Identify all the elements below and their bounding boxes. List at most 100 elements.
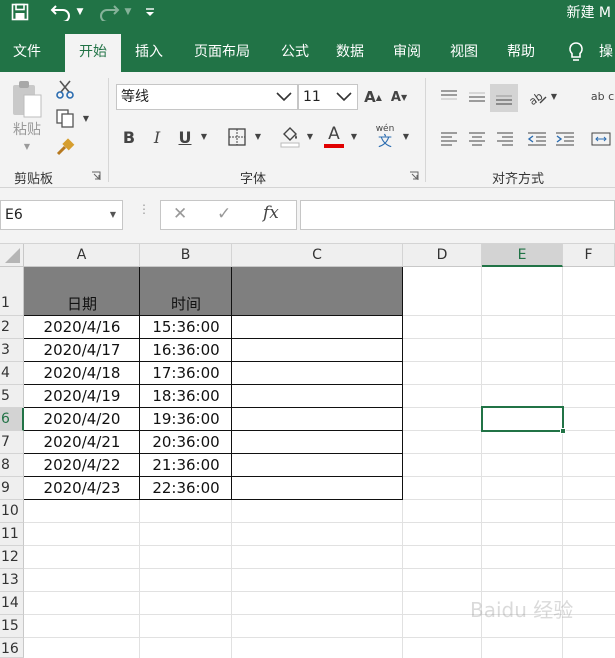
fill-handle[interactable] xyxy=(560,428,566,434)
cell-a4[interactable]: 2020/4/18 xyxy=(24,362,140,385)
row-header-5[interactable]: 5 xyxy=(0,385,24,408)
font-color-icon[interactable]: A xyxy=(322,122,346,150)
row-header-9[interactable]: 9 xyxy=(0,477,24,500)
redo-icon[interactable] xyxy=(96,0,122,24)
align-bottom-icon[interactable] xyxy=(490,84,518,112)
cell-b6[interactable]: 19:36:00 xyxy=(140,408,232,431)
align-left-icon[interactable] xyxy=(436,126,462,152)
underline-button[interactable]: U xyxy=(174,126,196,148)
orientation-dropdown-icon[interactable]: ▼ xyxy=(548,90,560,102)
clipboard-launcher-icon[interactable] xyxy=(90,170,102,182)
column-header-c[interactable]: C xyxy=(232,244,403,267)
column-header-e[interactable]: E xyxy=(482,244,563,267)
row-header-10[interactable]: 10 xyxy=(0,500,24,523)
copy-icon[interactable] xyxy=(54,107,76,129)
active-cell-selection[interactable] xyxy=(481,406,566,434)
redo-dropdown-icon[interactable]: ▼ xyxy=(122,0,134,24)
cell-b2[interactable]: 15:36:00 xyxy=(140,316,232,339)
font-color-dropdown-icon[interactable]: ▼ xyxy=(348,130,360,142)
row-header-13[interactable]: 13 xyxy=(0,569,24,592)
tab-data[interactable]: 数据 xyxy=(327,34,373,72)
row-header-1[interactable]: 1 xyxy=(0,267,24,316)
font-launcher-icon[interactable] xyxy=(408,170,420,182)
select-all-button[interactable] xyxy=(0,244,24,267)
row-header-14[interactable]: 14 xyxy=(0,592,24,615)
row-header-2[interactable]: 2 xyxy=(0,316,24,339)
align-right-icon[interactable] xyxy=(492,126,518,152)
name-box[interactable]: E6 ▼ xyxy=(0,200,123,230)
merge-center-icon[interactable] xyxy=(588,126,614,152)
tab-view[interactable]: 视图 xyxy=(441,34,487,72)
tab-formulas[interactable]: 公式 xyxy=(272,34,318,72)
row-header-15[interactable]: 15 xyxy=(0,615,24,638)
tab-help[interactable]: 帮助 xyxy=(498,34,544,72)
row-header-6[interactable]: 6 xyxy=(0,408,24,431)
cell-a5[interactable]: 2020/4/19 xyxy=(24,385,140,408)
customize-qat-icon[interactable] xyxy=(142,0,158,24)
name-box-dropdown-icon[interactable]: ▼ xyxy=(110,201,116,229)
lightbulb-icon[interactable] xyxy=(564,34,588,72)
cell-c1[interactable] xyxy=(232,267,403,316)
column-header-d[interactable]: D xyxy=(403,244,482,267)
cell-b4[interactable]: 17:36:00 xyxy=(140,362,232,385)
cell-a3[interactable]: 2020/4/17 xyxy=(24,339,140,362)
align-center-icon[interactable] xyxy=(464,126,490,152)
insert-function-icon[interactable]: fx xyxy=(263,203,279,223)
worksheet-grid[interactable]: A B C D E F 1 2 3 4 5 6 7 8 9 10 11 12 1… xyxy=(0,244,615,658)
italic-button[interactable]: I xyxy=(146,126,168,148)
cell-b5[interactable]: 18:36:00 xyxy=(140,385,232,408)
tab-page-layout[interactable]: 页面布局 xyxy=(181,34,263,72)
tab-tell-me[interactable]: 操 xyxy=(594,34,615,72)
save-icon[interactable] xyxy=(8,0,32,24)
underline-dropdown-icon[interactable]: ▼ xyxy=(198,130,210,142)
font-name-combo[interactable]: 等线 xyxy=(116,84,298,110)
paste-button[interactable]: 粘贴 xyxy=(8,120,46,138)
borders-icon[interactable] xyxy=(226,126,248,148)
format-painter-icon[interactable] xyxy=(54,136,76,158)
tab-home[interactable]: 开始 xyxy=(65,34,121,72)
paste-icon[interactable] xyxy=(8,78,46,122)
font-size-combo[interactable]: 11 xyxy=(298,84,358,110)
cell-a2[interactable]: 2020/4/16 xyxy=(24,316,140,339)
decrease-indent-icon[interactable] xyxy=(524,126,550,152)
cell-b1[interactable]: 时间 xyxy=(140,267,232,316)
cell-a7[interactable]: 2020/4/21 xyxy=(24,431,140,454)
align-top-icon[interactable] xyxy=(436,84,462,110)
increase-indent-icon[interactable] xyxy=(552,126,578,152)
row-header-11[interactable]: 11 xyxy=(0,523,24,546)
column-header-f[interactable]: F xyxy=(563,244,615,267)
tab-review[interactable]: 审阅 xyxy=(384,34,430,72)
cell-a9[interactable]: 2020/4/23 xyxy=(24,477,140,500)
row-header-8[interactable]: 8 xyxy=(0,454,24,477)
row-header-12[interactable]: 12 xyxy=(0,546,24,569)
cut-icon[interactable] xyxy=(54,78,76,100)
phonetic-dropdown-icon[interactable]: ▼ xyxy=(400,130,412,142)
cell-b8[interactable]: 21:36:00 xyxy=(140,454,232,477)
cell-b7[interactable]: 20:36:00 xyxy=(140,431,232,454)
align-middle-icon[interactable] xyxy=(464,84,490,110)
chevron-down-icon[interactable] xyxy=(275,85,293,117)
tab-insert[interactable]: 插入 xyxy=(126,34,172,72)
formula-input[interactable] xyxy=(300,200,615,230)
tab-file[interactable]: 文件 xyxy=(0,34,54,72)
undo-icon[interactable] xyxy=(48,0,74,24)
enter-icon[interactable]: ✓ xyxy=(217,204,231,224)
column-header-a[interactable]: A xyxy=(24,244,140,267)
shrink-font-button[interactable]: A ▼ xyxy=(388,86,410,108)
chevron-down-icon[interactable] xyxy=(335,85,353,117)
paste-dropdown-icon[interactable]: ▼ xyxy=(20,140,34,152)
fill-color-icon[interactable] xyxy=(278,124,302,150)
undo-dropdown-icon[interactable]: ▼ xyxy=(74,0,86,24)
column-header-b[interactable]: B xyxy=(140,244,232,267)
row-header-16[interactable]: 16 xyxy=(0,638,24,658)
copy-dropdown-icon[interactable]: ▼ xyxy=(80,112,92,124)
wrap-text-icon[interactable]: ab c xyxy=(590,82,615,112)
fill-color-dropdown-icon[interactable]: ▼ xyxy=(304,130,316,142)
row-header-7[interactable]: 7 xyxy=(0,431,24,454)
cancel-icon[interactable]: ✕ xyxy=(173,204,187,224)
cell-a1[interactable]: 日期 xyxy=(24,267,140,316)
bold-button[interactable]: B xyxy=(118,126,140,148)
orientation-icon[interactable]: ab xyxy=(524,84,550,110)
row-header-4[interactable]: 4 xyxy=(0,362,24,385)
grow-font-button[interactable]: A ▲ xyxy=(362,86,384,108)
